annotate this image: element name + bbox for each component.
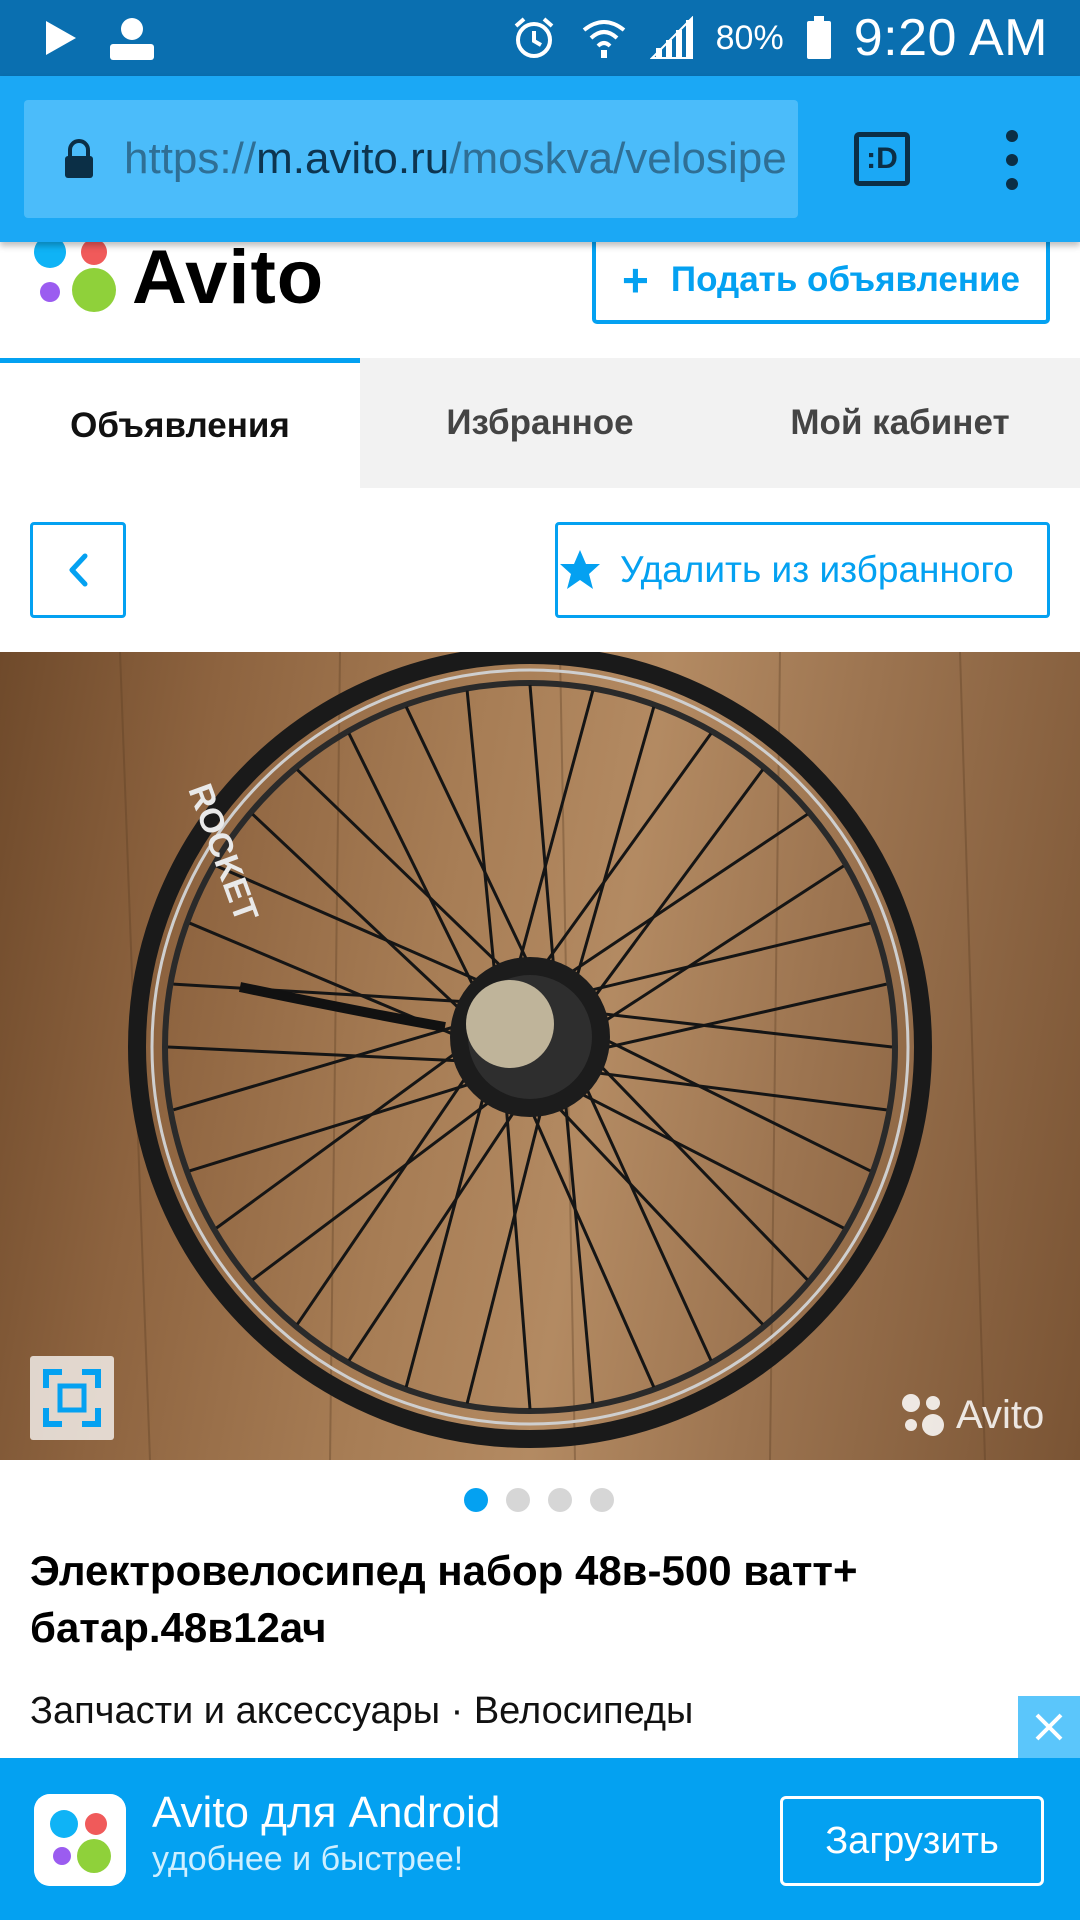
post-ad-button[interactable]: + Подать объявление bbox=[592, 240, 1050, 324]
remove-favorite-button[interactable]: Удалить из избранного bbox=[555, 522, 1050, 618]
category-link[interactable]: Запчасти и аксессуары bbox=[30, 1690, 440, 1732]
listing-photo[interactable]: ROCKET bbox=[0, 652, 1080, 1460]
play-icon bbox=[46, 21, 76, 55]
avito-watermark-icon bbox=[902, 1394, 944, 1436]
post-ad-label: Подать объявление bbox=[670, 260, 1020, 299]
listing-category: Запчасти и аксессуары · Велосипеды bbox=[30, 1690, 693, 1733]
photo-watermark: Avito bbox=[900, 1392, 1044, 1438]
wheel-spoke bbox=[582, 1081, 713, 1362]
battery-icon bbox=[806, 16, 831, 59]
url-text: https://m.avito.ru/moskva/velosipe bbox=[124, 134, 787, 183]
wheel-illustration: ROCKET bbox=[119, 652, 986, 1460]
wheel-spoke bbox=[589, 768, 764, 1003]
signal-icon bbox=[649, 16, 693, 59]
fullscreen-button[interactable] bbox=[30, 1356, 114, 1440]
gallery-dot-2[interactable] bbox=[506, 1488, 530, 1512]
wheel-spoke bbox=[504, 1102, 532, 1410]
nav-tabs: Объявления Избранное Мой кабинет bbox=[0, 358, 1080, 488]
lock-icon bbox=[65, 139, 93, 178]
wheel-spoke bbox=[465, 690, 497, 977]
wheel-spoke bbox=[595, 1011, 893, 1049]
address-bar[interactable]: https://m.avito.ru/moskva/velosipe bbox=[24, 100, 798, 218]
wheel-spoke bbox=[516, 690, 595, 969]
wheel-spoke bbox=[404, 706, 532, 968]
download-button[interactable]: Загрузить bbox=[780, 1796, 1044, 1886]
chevron-left-icon bbox=[69, 553, 88, 587]
tab-ads[interactable]: Объявления bbox=[0, 358, 360, 488]
watermark-text: Avito bbox=[956, 1392, 1045, 1437]
wheel-spoke bbox=[552, 1101, 764, 1326]
wheel-spoke bbox=[465, 1105, 544, 1404]
logo-text[interactable]: Avito bbox=[132, 234, 324, 321]
gallery-pagination bbox=[464, 1488, 614, 1512]
user-icon bbox=[110, 18, 154, 60]
wheel-spoke bbox=[598, 982, 887, 1051]
wheel-spoke bbox=[594, 1059, 809, 1281]
browser-toolbar: https://m.avito.ru/moskva/velosipe :D bbox=[0, 76, 1080, 242]
plus-icon: + bbox=[622, 254, 649, 306]
banner-title: Avito для Android bbox=[152, 1788, 501, 1837]
close-banner-button[interactable] bbox=[1018, 1696, 1080, 1758]
close-icon bbox=[1035, 1713, 1063, 1741]
wheel-spoke bbox=[296, 768, 508, 973]
expand-icon bbox=[43, 1369, 101, 1427]
wheel-spoke bbox=[574, 1089, 845, 1230]
subcategory-link[interactable]: Велосипеды bbox=[474, 1690, 694, 1732]
tab-switcher-button[interactable]: :D bbox=[854, 132, 910, 186]
listing-title: Электровелосипед набор 48в-500 ватт+ бат… bbox=[30, 1547, 858, 1651]
wheel-spoke bbox=[167, 1045, 465, 1063]
wifi-icon bbox=[582, 20, 625, 58]
gallery-dot-4[interactable] bbox=[590, 1488, 614, 1512]
battery-percent: 80% bbox=[715, 18, 784, 57]
status-bar: 80% 9:20 AM bbox=[0, 0, 1080, 76]
avito-app-icon bbox=[34, 1794, 126, 1886]
wheel-spoke bbox=[528, 1106, 656, 1388]
remove-favorite-label: Удалить из избранного bbox=[620, 549, 1014, 590]
clock: 9:20 AM bbox=[853, 9, 1048, 67]
tab-my-account[interactable]: Мой кабинет bbox=[720, 358, 1080, 488]
tab-favorites[interactable]: Избранное bbox=[360, 358, 720, 488]
wheel-spoke bbox=[251, 813, 466, 1015]
alarm-icon bbox=[514, 17, 553, 58]
app-banner: Avito для Android удобнее и быстрее! Заг… bbox=[0, 1758, 1080, 1920]
star-icon bbox=[560, 550, 600, 589]
category-separator: · bbox=[450, 1690, 464, 1732]
gallery-dot-3[interactable] bbox=[548, 1488, 572, 1512]
wheel-spoke bbox=[173, 1023, 462, 1112]
wheel-spoke bbox=[540, 732, 713, 969]
wheel-spoke bbox=[528, 684, 556, 972]
banner-subtitle: удобнее и быстрее! bbox=[152, 1840, 464, 1878]
back-button[interactable] bbox=[30, 522, 126, 618]
menu-icon[interactable] bbox=[1000, 130, 1024, 190]
gallery-dot-1[interactable] bbox=[464, 1488, 488, 1512]
wheel-spoke bbox=[563, 1097, 595, 1404]
